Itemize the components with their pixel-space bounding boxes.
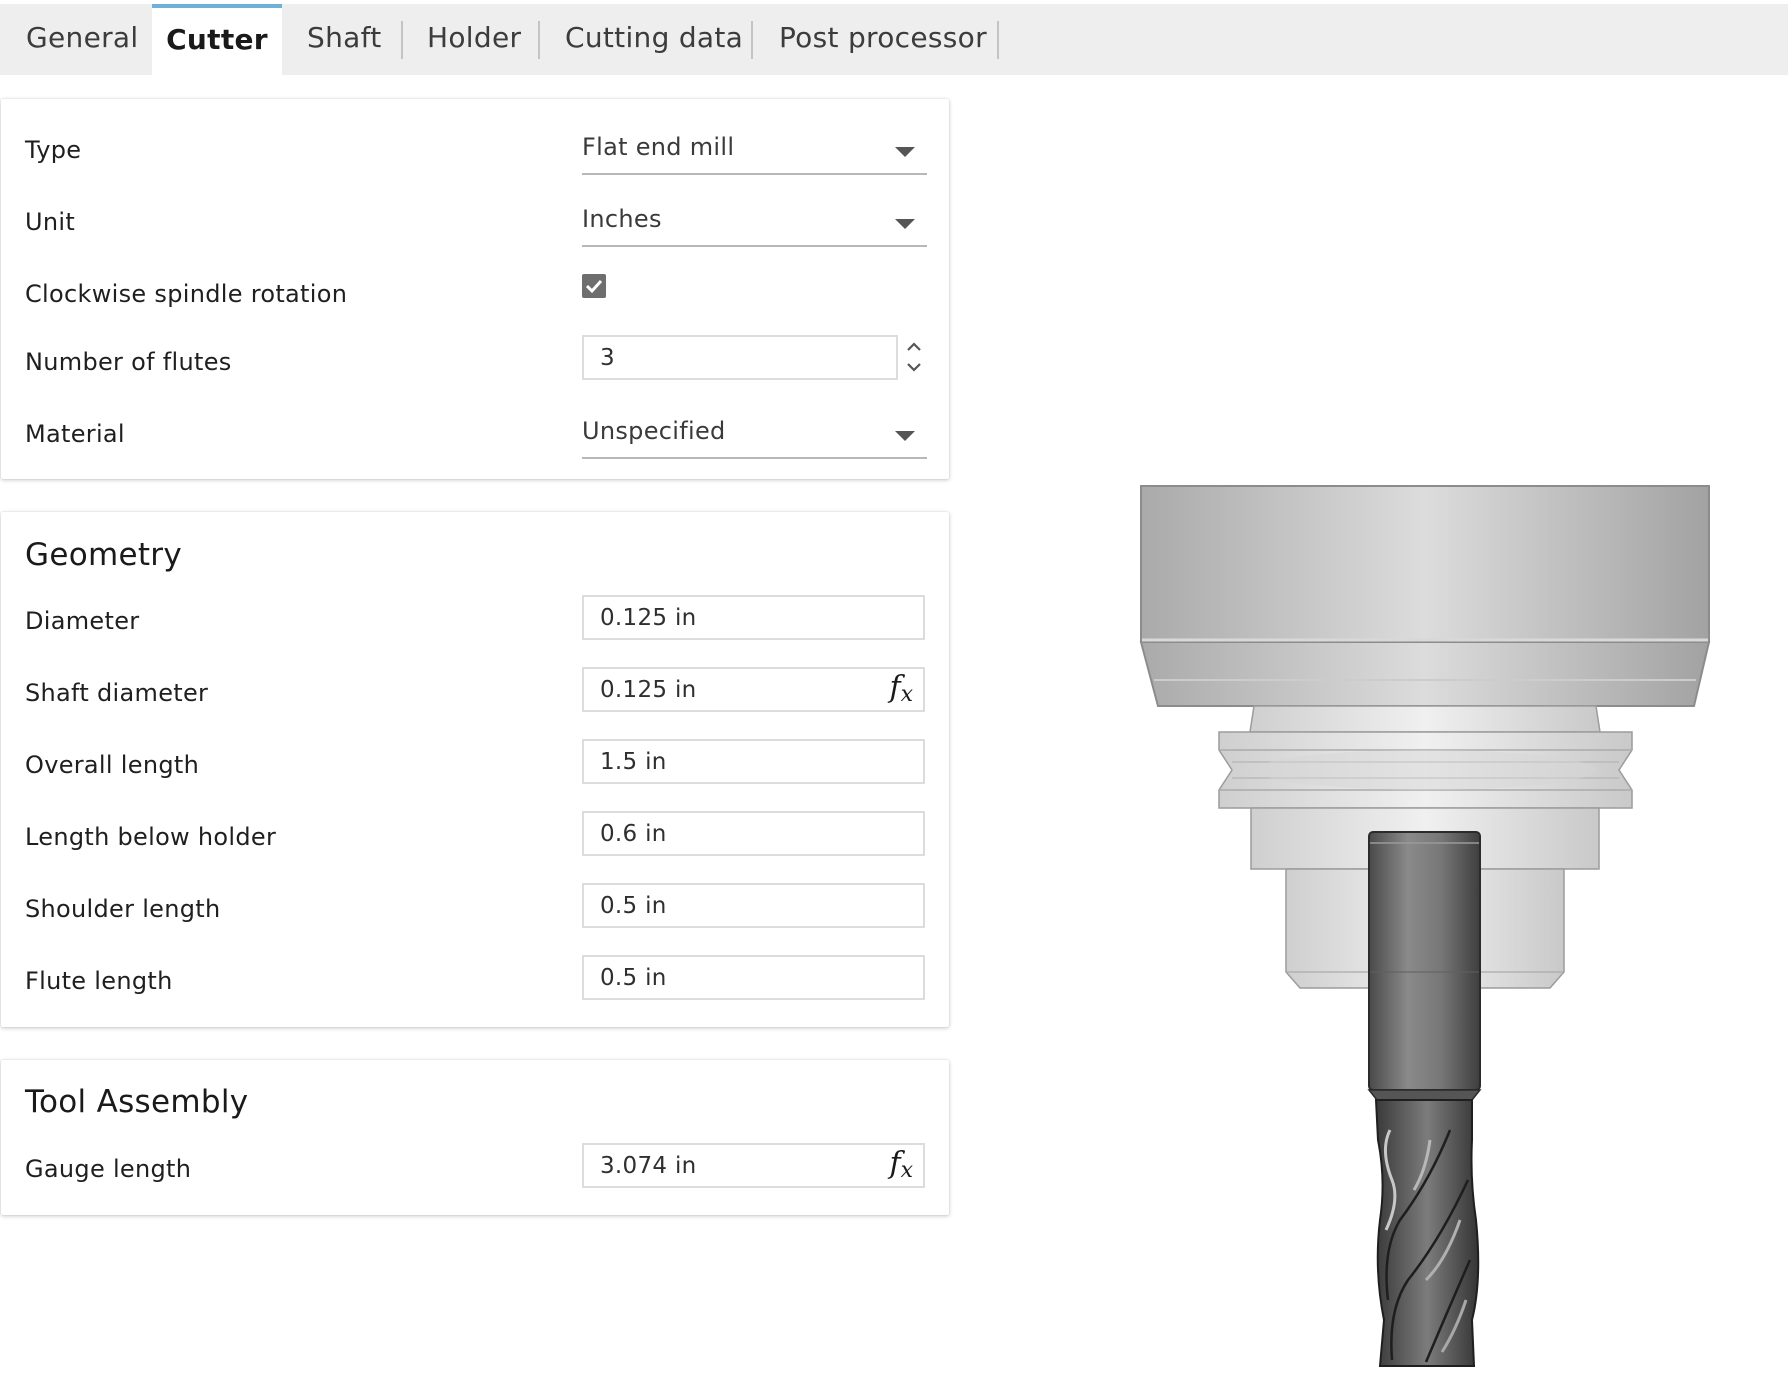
tab-general[interactable]: General [26,4,138,75]
caret-down-icon [895,147,915,157]
type-label: Type [25,136,82,164]
gauge-length-label: Gauge length [25,1155,192,1183]
flutes-value: 3 [600,345,615,371]
length-below-holder-input[interactable]: 0.6 in [582,811,925,856]
tab-cutting-data[interactable]: Cutting data [565,4,743,75]
tab-post-processor[interactable]: Post processor [779,4,987,75]
tool-assembly-card: Tool Assembly Gauge length 3.074 in fx [1,1060,949,1215]
cutter-settings-card: Type Flat end mill Unit Inches Clockwise… [1,99,949,479]
diameter-input[interactable]: 0.125 in [582,595,925,640]
tab-shaft[interactable]: Shaft [307,4,382,75]
geometry-title: Geometry [25,537,182,573]
shoulder-length-input[interactable]: 0.5 in [582,883,925,928]
unit-select-value: Inches [582,205,662,233]
length-below-holder-label: Length below holder [25,823,277,851]
shaft-diameter-value: 0.125 in [600,677,697,703]
chevron-up-down-icon [907,342,921,372]
shoulder-length-label: Shoulder length [25,895,221,923]
caret-down-icon [895,219,915,229]
caret-down-icon [895,431,915,441]
clockwise-rotation-label: Clockwise spindle rotation [25,280,348,308]
diameter-label: Diameter [25,607,140,635]
flute-length-input[interactable]: 0.5 in [582,955,925,1000]
tab-separator [997,21,999,59]
holder-body [1140,485,1710,643]
overall-length-input[interactable]: 1.5 in [582,739,925,784]
flutes-label: Number of flutes [25,348,232,376]
flutes-stepper[interactable] [903,337,925,377]
shoulder-length-value: 0.5 in [600,893,667,919]
material-label: Material [25,420,125,448]
overall-length-value: 1.5 in [600,749,667,775]
tool-assembly-title: Tool Assembly [25,1084,249,1120]
fx-icon[interactable]: fx [889,1146,913,1183]
type-select[interactable]: Flat end mill [582,129,927,175]
tab-cutter[interactable]: Cutter [152,4,282,75]
tab-bar: General Cutter Shaft Holder Cutting data… [0,4,1788,75]
type-select-value: Flat end mill [582,133,735,161]
diameter-value: 0.125 in [600,605,697,631]
checkmark-icon [585,279,603,294]
tab-holder[interactable]: Holder [427,4,521,75]
overall-length-label: Overall length [25,751,200,779]
material-select[interactable]: Unspecified [582,413,927,459]
unit-select[interactable]: Inches [582,201,927,247]
fx-icon[interactable]: fx [889,670,913,707]
gauge-length-input[interactable]: 3.074 in fx [582,1143,925,1188]
flutes-input[interactable]: 3 [582,335,898,380]
length-below-holder-value: 0.6 in [600,821,667,847]
tab-separator [538,21,540,59]
gauge-length-value: 3.074 in [600,1153,697,1179]
flute-length-value: 0.5 in [600,965,667,991]
collet-neck [1249,705,1601,733]
unit-label: Unit [25,208,76,236]
tab-separator [751,21,753,59]
geometry-card: Geometry Diameter 0.125 in Shaft diamete… [1,512,949,1027]
shaft-diameter-input[interactable]: 0.125 in fx [582,667,925,712]
shaft-diameter-label: Shaft diameter [25,679,209,707]
material-select-value: Unspecified [582,417,726,445]
holder-taper [1139,641,1711,707]
clockwise-rotation-checkbox[interactable] [582,274,606,298]
flute-length-label: Flute length [25,967,173,995]
tab-separator [401,21,403,59]
tool-assembly-illustration [1139,485,1711,1367]
cutter-shank [1368,831,1481,1091]
tool-preview [1130,480,1730,1384]
